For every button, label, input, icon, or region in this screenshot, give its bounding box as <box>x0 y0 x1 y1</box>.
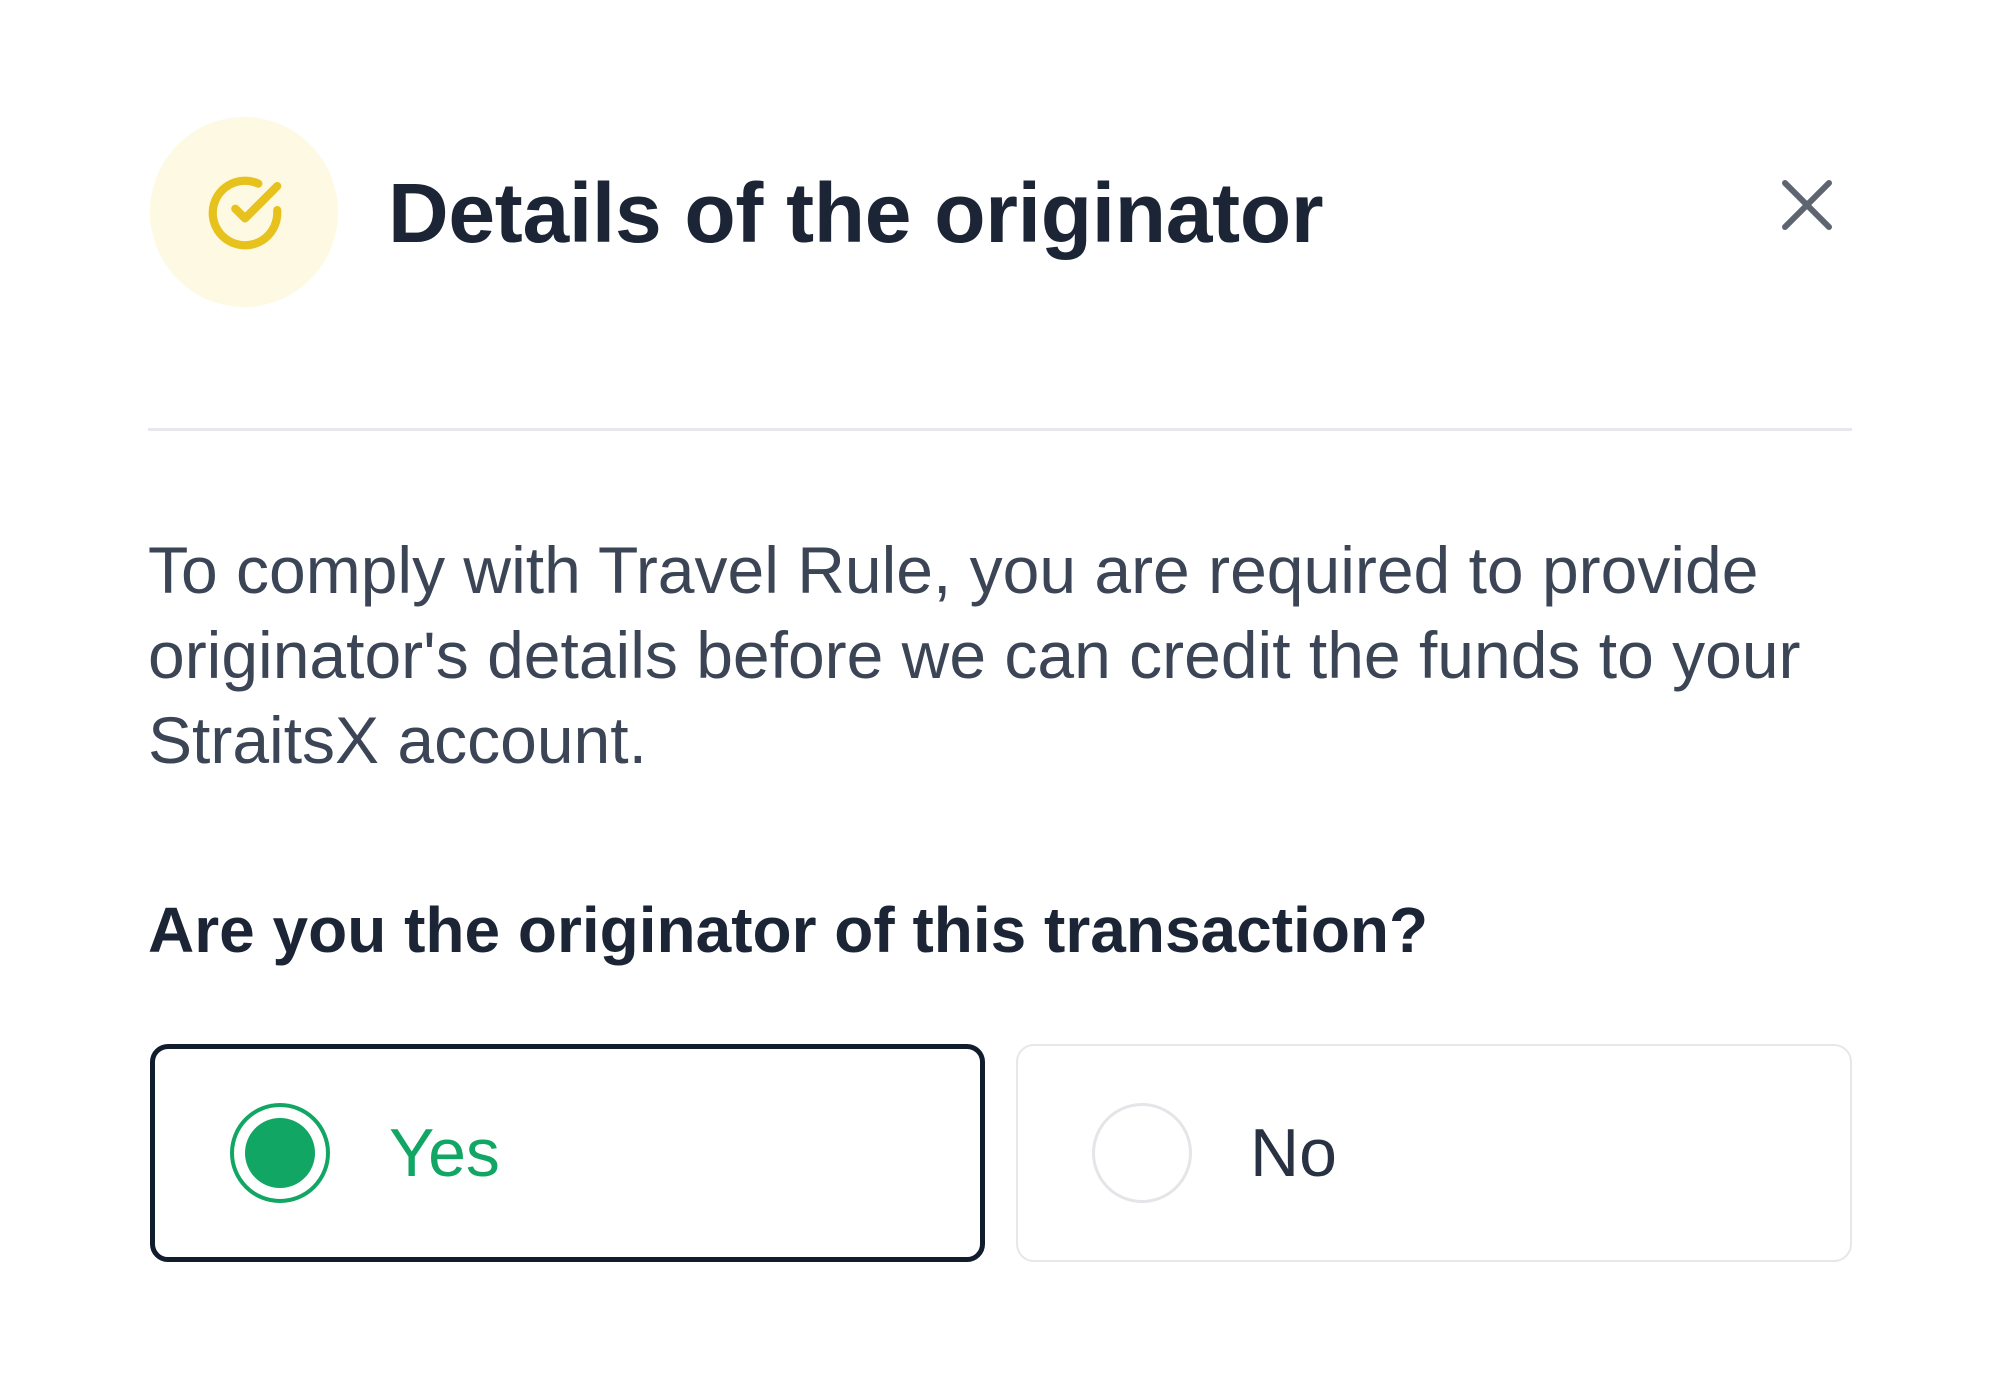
header-icon-badge <box>150 117 338 307</box>
originator-details-dialog: Details of the originator To comply with… <box>0 0 2000 1377</box>
option-yes-label: Yes <box>389 1115 500 1191</box>
option-no-label: No <box>1250 1115 1337 1191</box>
dialog-title: Details of the originator <box>388 166 1324 260</box>
option-no[interactable]: No <box>1016 1044 1852 1262</box>
close-icon <box>1782 180 1832 230</box>
dialog-header: Details of the originator <box>150 117 1852 307</box>
close-button[interactable] <box>1770 168 1844 242</box>
check-circle-icon <box>208 176 282 250</box>
originator-question: Are you the originator of this transacti… <box>148 894 1429 966</box>
option-yes[interactable]: Yes <box>150 1044 985 1262</box>
header-divider <box>148 428 1852 431</box>
travel-rule-description: To comply with Travel Rule, you are requ… <box>148 533 1801 777</box>
radio-no[interactable] <box>1092 1103 1192 1203</box>
radio-yes-selected[interactable] <box>230 1103 330 1203</box>
